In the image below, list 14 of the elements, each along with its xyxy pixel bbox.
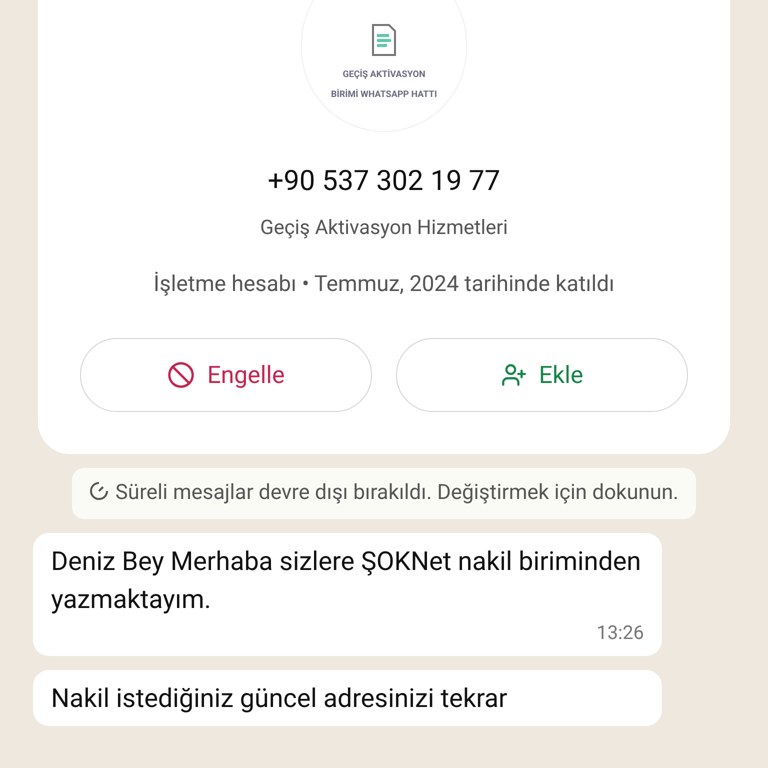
- account-info: İşletme hesabı • Temmuz, 2024 tarihinde katıldı: [152, 270, 616, 299]
- block-button[interactable]: Engelle: [80, 338, 372, 412]
- block-icon: [167, 361, 196, 389]
- add-contact-icon: [500, 362, 527, 388]
- message-text: Nakil istediğiniz güncel adresinizi tekrar: [51, 682, 508, 716]
- message-time: 13:26: [596, 620, 644, 646]
- avatar-text: GEÇİŞ AKTİVASYON BİRİMİ WHATSAPP HATTI: [330, 68, 438, 102]
- document-icon: [371, 23, 397, 57]
- timer-icon: [89, 481, 110, 501]
- message-text: Deniz Bey Merhaba sizlere ŞOKNet nakil biriminden yazmaktayım.: [51, 546, 642, 617]
- system-message[interactable]: Süreli mesajlar devre dışı bırakıldı. Değiştirmek için dokunun.: [72, 468, 696, 519]
- business-name: Geçiş Aktivasyon Hizmetleri: [260, 214, 508, 241]
- add-button[interactable]: Ekle: [396, 338, 688, 412]
- phone-number: +90 537 302 19 77: [268, 163, 500, 199]
